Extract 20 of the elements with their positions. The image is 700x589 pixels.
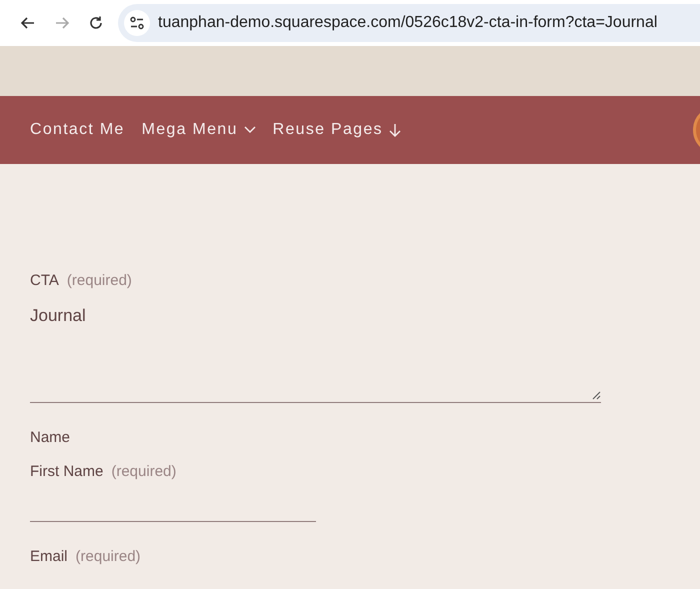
reload-icon (88, 15, 104, 31)
chevron-down-icon (244, 126, 256, 134)
required-note: (required) (111, 462, 176, 482)
forward-icon (54, 15, 70, 31)
site-settings-icon[interactable] (124, 10, 150, 36)
arrow-down-icon (388, 123, 401, 137)
back-icon (20, 15, 36, 31)
text-area[interactable]: Journal (30, 302, 601, 402)
field-label: Name (30, 428, 70, 448)
url-text: tuanphan-demo.squarespace.com/0526c18v2-cta-in-form?cta=Journal (158, 13, 658, 33)
required-note: (required) (66, 271, 132, 291)
required-note: (required) (76, 546, 141, 566)
address-bar[interactable]: tuanphan-demo.squarespace.com/0526c18v2-cta-in-form?cta=Journal (118, 4, 700, 42)
nav-link[interactable]: Mega Menu (142, 118, 256, 142)
field-label: CTA (30, 271, 59, 291)
nav-link[interactable]: Contact Me (30, 118, 125, 142)
resize-handle-icon[interactable] (592, 390, 601, 400)
nav-link[interactable]: Reuse Pages (272, 118, 401, 142)
field-label: First Name (30, 462, 104, 482)
field-label: Email (30, 546, 68, 566)
